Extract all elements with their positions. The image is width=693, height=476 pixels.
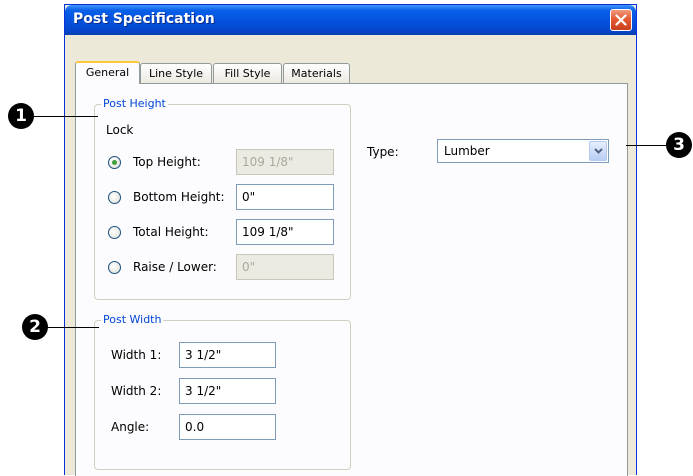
post-height-group: Post Height Lock Top Height: 109 1/8" Bo…	[94, 97, 351, 300]
tab-general[interactable]: General	[75, 61, 140, 84]
width2-label: Width 2:	[111, 384, 162, 398]
callout-3: 3	[666, 132, 692, 158]
angle-label: Angle:	[111, 420, 150, 434]
close-button[interactable]	[610, 9, 632, 31]
top-height-field: 109 1/8"	[236, 149, 334, 175]
type-label: Type:	[367, 145, 399, 159]
bottom-height-label: Bottom Height:	[133, 190, 225, 204]
total-height-field[interactable]: 109 1/8"	[236, 219, 334, 245]
callout-2-line	[44, 327, 99, 328]
callout-2: 2	[22, 314, 48, 340]
post-width-group-label: Post Width	[101, 313, 164, 326]
type-select-value: Lumber	[444, 144, 490, 158]
chevron-down-icon	[593, 148, 603, 154]
dialog-window: Post Specification General Line Style Fi…	[64, 4, 637, 476]
raise-lower-field: 0"	[236, 254, 334, 280]
bottom-height-radio[interactable]	[108, 191, 121, 204]
tab-line-style[interactable]: Line Style	[140, 63, 212, 83]
width2-field[interactable]: 3 1/2"	[179, 378, 276, 404]
width1-field[interactable]: 3 1/2"	[179, 342, 276, 368]
post-height-group-label: Post Height	[101, 97, 168, 110]
angle-field[interactable]: 0.0	[179, 414, 276, 440]
window-title: Post Specification	[73, 11, 215, 27]
total-height-label: Total Height:	[133, 225, 209, 239]
callout-1-line	[32, 116, 98, 117]
top-height-radio[interactable]	[108, 156, 121, 169]
callout-1: 1	[8, 103, 34, 129]
type-dropdown-button[interactable]	[589, 141, 607, 161]
title-bar[interactable]: Post Specification	[65, 5, 636, 35]
tab-fill-style[interactable]: Fill Style	[213, 63, 282, 83]
general-tab-panel: Post Height Lock Top Height: 109 1/8" Bo…	[75, 83, 628, 476]
bottom-height-field[interactable]: 0"	[236, 184, 334, 210]
total-height-radio[interactable]	[108, 226, 121, 239]
tab-materials[interactable]: Materials	[283, 63, 350, 83]
type-select[interactable]: Lumber	[437, 139, 609, 163]
lock-label: Lock	[106, 123, 134, 137]
raise-lower-label: Raise / Lower:	[133, 260, 217, 274]
width1-label: Width 1:	[111, 348, 162, 362]
radio-selected-dot	[112, 160, 117, 165]
top-height-label: Top Height:	[133, 155, 201, 169]
post-width-group: Post Width Width 1: 3 1/2" Width 2: 3 1/…	[94, 313, 351, 470]
close-icon	[615, 14, 627, 26]
raise-lower-radio[interactable]	[108, 261, 121, 274]
